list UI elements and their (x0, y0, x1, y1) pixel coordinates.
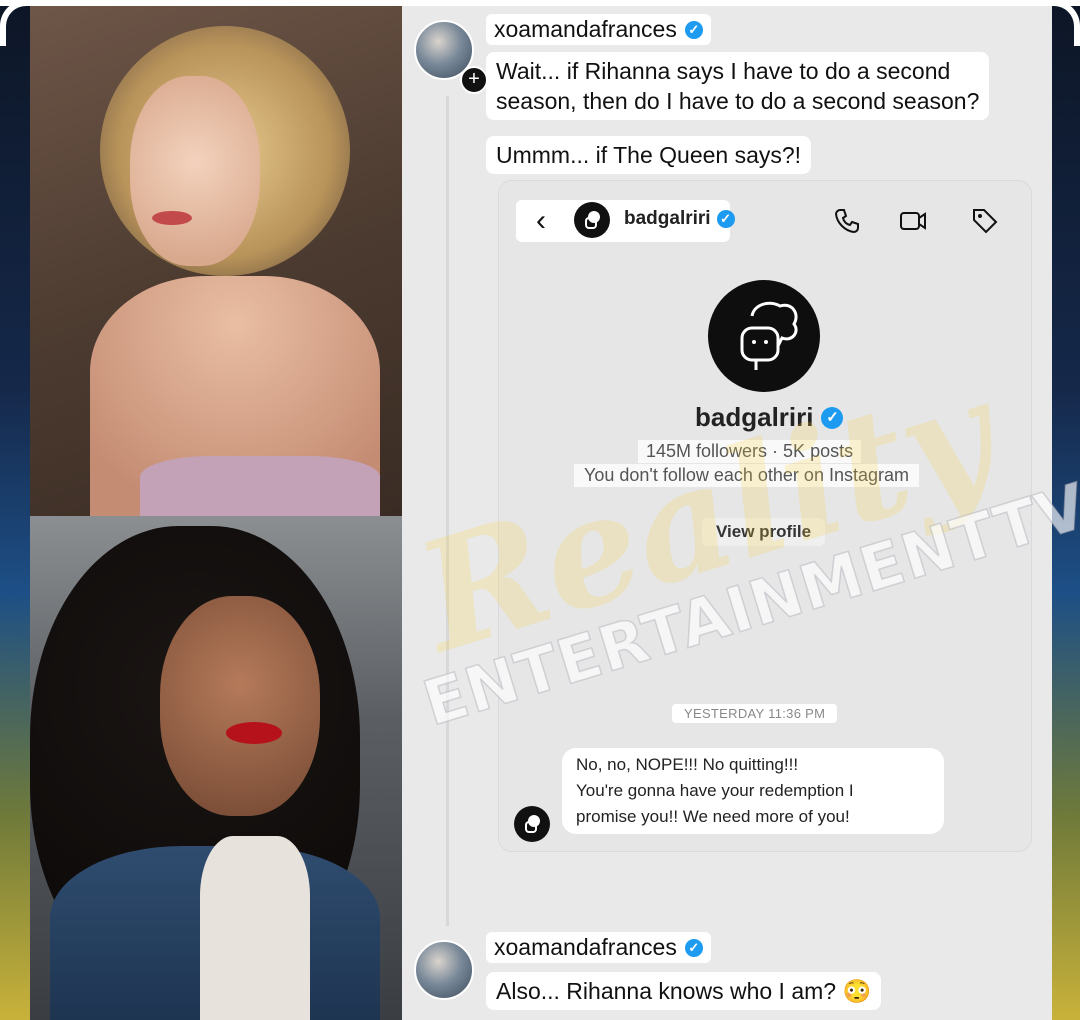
add-story-icon[interactable]: + (460, 66, 488, 94)
dm-profile-avatar[interactable] (708, 280, 820, 392)
username-text: xoamandafrances (494, 16, 677, 42)
dm-profile-name: badgalriri ✓ (695, 402, 844, 433)
video-icon[interactable] (898, 206, 928, 236)
thread-line (446, 96, 449, 926)
verified-icon: ✓ (684, 20, 703, 39)
message-bubble-2: Ummm... if The Queen says?! (486, 136, 812, 174)
reply-username[interactable]: xoamandafrances ✓ (486, 932, 711, 963)
dm-message-bubble: No, no, NOPE!!! No quitting!!! You're go… (562, 748, 944, 834)
dm-header-name[interactable]: badgalriri ✓ (624, 208, 735, 230)
dm-sender-avatar[interactable] (514, 806, 550, 842)
reply-username-text: xoamandafrances (494, 934, 677, 960)
verified-icon: ✓ (821, 406, 844, 429)
cartoon-face-icon (740, 301, 798, 370)
phone-icon[interactable] (832, 206, 862, 236)
photo-woman-dark-hair (30, 516, 402, 1020)
chevron-left-icon[interactable]: ‹ (526, 204, 556, 238)
post-username[interactable]: xoamandafrances ✓ (486, 14, 711, 45)
tag-icon[interactable] (970, 206, 1000, 236)
reply-user-avatar[interactable] (414, 940, 474, 1000)
dm-avatar-header[interactable] (574, 202, 610, 238)
profile-stats: 145M followers · 5K posts (638, 440, 862, 463)
message-timestamp: YESTERDAY 11:36 PM (672, 704, 838, 723)
view-profile-button[interactable]: View profile (702, 518, 826, 546)
profile-username: badgalriri (695, 402, 814, 432)
follow-status: You don't follow each other on Instagram (574, 464, 919, 487)
verified-icon: ✓ (716, 210, 735, 228)
reply-message-bubble: Also... Rihanna knows who I am? 😳 (486, 972, 882, 1010)
dm-header-username: badgalriri (624, 208, 711, 229)
cartoon-face-icon (525, 815, 540, 833)
message-bubble-1: Wait... if Rihanna says I have to do a s… (486, 52, 990, 120)
verified-icon: ✓ (684, 938, 703, 957)
cartoon-face-icon (585, 211, 600, 229)
photo-woman-blonde (30, 6, 402, 516)
